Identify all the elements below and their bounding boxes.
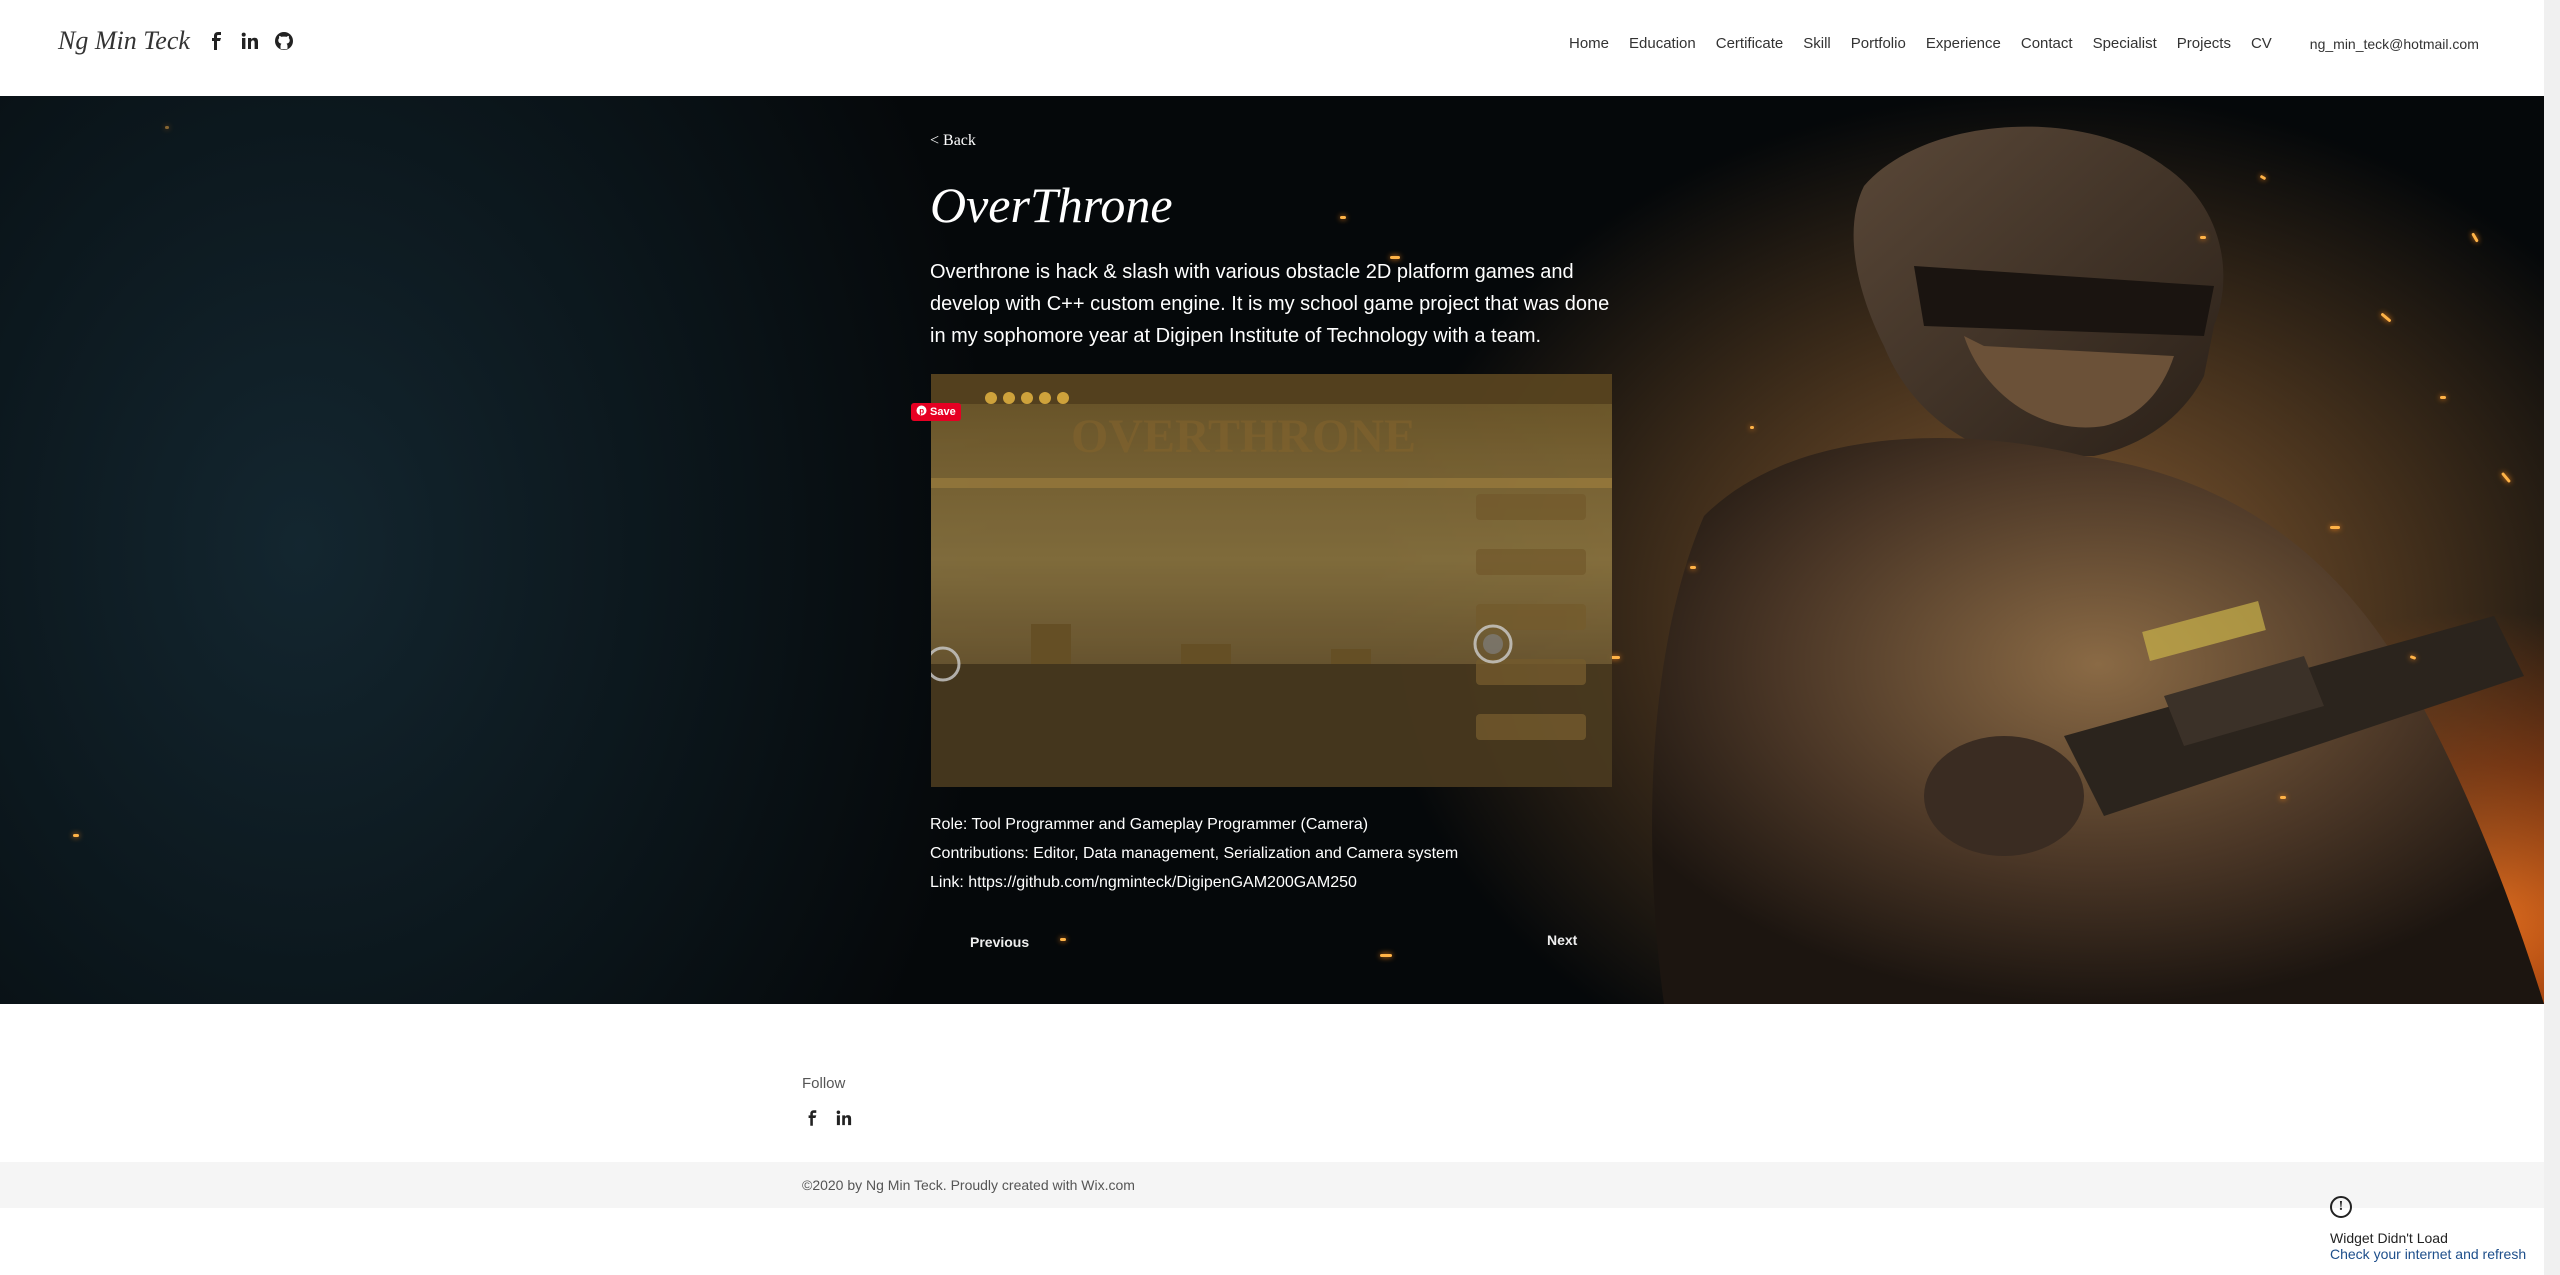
back-link[interactable]: < Back xyxy=(930,132,976,150)
project-role: Role: Tool Programmer and Gameplay Progr… xyxy=(930,816,1369,833)
nav-education[interactable]: Education xyxy=(1629,35,1696,52)
project-contributions: Contributions: Editor, Data management, … xyxy=(930,845,1459,862)
pinterest-icon: p xyxy=(916,405,927,419)
page-scrollbar[interactable] xyxy=(2544,0,2560,1275)
nav-cv[interactable]: CV xyxy=(2251,35,2272,52)
project-link[interactable]: Link: https://github.com/ngminteck/Digip… xyxy=(930,868,1458,897)
header-social-links xyxy=(206,31,294,51)
svg-text:OVERTHRONE: OVERTHRONE xyxy=(1071,410,1416,463)
facebook-icon[interactable] xyxy=(802,1108,822,1128)
pinterest-save-label: Save xyxy=(930,406,956,418)
widget-error: ! Widget Didn't Load Check your internet… xyxy=(2330,1196,2544,1262)
pinterest-save-button[interactable]: p Save xyxy=(911,403,961,421)
nav-portfolio[interactable]: Portfolio xyxy=(1851,35,1906,52)
main-nav: Home Education Certificate Skill Portfol… xyxy=(1569,35,2479,52)
game-screenshot-art: OVERTHRONE xyxy=(931,374,1612,787)
svg-text:p: p xyxy=(919,406,924,415)
header-email-link[interactable]: ng_min_teck@hotmail.com xyxy=(2310,36,2479,52)
linkedin-icon[interactable] xyxy=(834,1108,854,1128)
nav-certificate[interactable]: Certificate xyxy=(1716,35,1784,52)
game-screenshot[interactable]: OVERTHRONE xyxy=(931,374,1612,787)
next-button[interactable]: Next xyxy=(1547,932,1577,948)
site-header: Ng Min Teck Home Education Certificate S… xyxy=(0,0,2544,96)
project-description: Overthrone is hack & slash with various … xyxy=(930,261,1610,347)
linkedin-icon[interactable] xyxy=(240,31,260,51)
widget-error-subtitle[interactable]: Check your internet and refresh xyxy=(2330,1246,2544,1262)
previous-button[interactable]: Previous xyxy=(970,934,1029,950)
footer-follow-label: Follow xyxy=(802,1075,846,1092)
nav-experience[interactable]: Experience xyxy=(1926,35,2001,52)
nav-specialist[interactable]: Specialist xyxy=(2093,35,2157,52)
nav-home[interactable]: Home xyxy=(1569,35,1609,52)
footer-copyright: ©2020 by Ng Min Teck. Proudly created wi… xyxy=(802,1177,1135,1193)
github-icon[interactable] xyxy=(274,31,294,51)
widget-error-title: Widget Didn't Load xyxy=(2330,1230,2448,1246)
nav-skill[interactable]: Skill xyxy=(1803,35,1831,52)
project-hero: < Back OverThrone Overthrone is hack & s… xyxy=(0,96,2544,1004)
facebook-icon[interactable] xyxy=(206,31,226,51)
nav-contact[interactable]: Contact xyxy=(2021,35,2073,52)
project-meta: Role: Tool Programmer and Gameplay Progr… xyxy=(930,810,1458,897)
site-logo[interactable]: Ng Min Teck xyxy=(58,26,190,56)
nav-projects[interactable]: Projects xyxy=(2177,35,2231,52)
info-icon: ! xyxy=(2330,1196,2352,1218)
footer-social-links xyxy=(802,1108,854,1128)
project-title: OverThrone xyxy=(930,177,1173,233)
footer-bar xyxy=(0,1162,2544,1208)
